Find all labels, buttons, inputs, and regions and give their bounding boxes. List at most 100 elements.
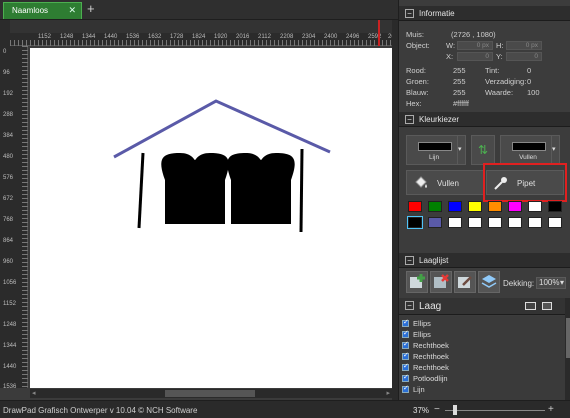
height-label: H: xyxy=(496,41,504,50)
palette-swatch[interactable] xyxy=(528,201,542,212)
list-item[interactable]: Rechthoek xyxy=(402,340,449,351)
merge-layers-icon xyxy=(481,275,497,288)
dropdown-arrow-icon[interactable] xyxy=(457,136,464,164)
x-field[interactable]: 0 xyxy=(457,52,493,61)
eye-icon[interactable] xyxy=(525,302,536,310)
height-field[interactable]: 0 px xyxy=(506,41,542,50)
scrollbar-thumb[interactable] xyxy=(165,390,255,397)
ruler-label: 480 xyxy=(3,154,14,160)
ruler-label: 672 xyxy=(3,196,14,202)
list-item[interactable]: Lijn xyxy=(402,384,425,395)
zoom-slider-thumb[interactable] xyxy=(452,405,457,415)
zoom-in-icon[interactable]: + xyxy=(548,404,554,415)
visibility-checkbox[interactable] xyxy=(402,351,409,360)
opacity-dropdown[interactable]: 100% ▾ xyxy=(536,277,566,289)
color-picker-header[interactable]: − Kleurkiezer xyxy=(399,112,570,127)
close-icon[interactable]: ✕ xyxy=(68,5,76,16)
palette-swatch[interactable] xyxy=(407,216,423,229)
zoom-out-icon[interactable]: − xyxy=(434,404,440,415)
delete-layer-icon xyxy=(434,274,449,288)
document-tab[interactable]: Naamloos ✕ xyxy=(3,2,82,19)
right-wall-line[interactable] xyxy=(299,148,304,233)
scroll-left-icon[interactable]: ◂ xyxy=(32,389,36,397)
list-item[interactable]: Rechthoek xyxy=(402,351,449,362)
drawpad-app: Naamloos ✕ + 1152 1248 1344 1440 1536 16… xyxy=(0,0,570,418)
pipette-highlight-box xyxy=(483,163,567,202)
palette-swatch[interactable] xyxy=(448,201,462,212)
visibility-checkbox[interactable] xyxy=(402,329,409,338)
visibility-checkbox[interactable] xyxy=(402,318,409,327)
section-title: Informatie xyxy=(419,9,455,18)
visibility-checkbox[interactable] xyxy=(402,384,409,393)
add-layer-button[interactable] xyxy=(406,271,428,293)
collapse-icon[interactable]: − xyxy=(405,9,414,18)
hex-label: Hex: xyxy=(406,99,422,108)
green-label: Groen: xyxy=(406,77,429,86)
zoom-value[interactable]: 37% xyxy=(413,406,429,415)
ruler-label: 96 xyxy=(3,70,10,76)
hue-label: Tint: xyxy=(485,66,500,75)
line-color-label: Lijn xyxy=(428,154,440,161)
palette-swatch[interactable] xyxy=(528,217,542,228)
lock-icon[interactable] xyxy=(542,302,552,310)
width-field[interactable]: 0 px xyxy=(457,41,493,50)
left-wall-line[interactable] xyxy=(137,152,145,229)
layer-properties-icon xyxy=(458,276,472,288)
left-window-shape[interactable] xyxy=(161,153,229,224)
y-field[interactable]: 0 xyxy=(506,52,542,61)
line-color-button[interactable]: Lijn xyxy=(406,135,466,165)
list-item[interactable]: Rechthoek xyxy=(402,362,449,373)
merge-layers-button[interactable] xyxy=(478,271,500,293)
layer-list-header[interactable]: − Laaglijst xyxy=(399,253,570,268)
paint-bucket-icon xyxy=(415,176,427,188)
blue-value: 255 xyxy=(453,88,466,97)
palette-swatch[interactable] xyxy=(428,201,442,212)
roof-line[interactable] xyxy=(113,99,331,159)
value-label: Waarde: xyxy=(485,88,514,97)
palette-swatch[interactable] xyxy=(448,217,462,228)
swap-colors-button[interactable]: ⇅ xyxy=(471,135,495,165)
dropdown-arrow-icon[interactable] xyxy=(551,136,558,164)
ruler-label: 0 xyxy=(3,49,7,55)
scroll-right-icon[interactable]: ▸ xyxy=(386,389,390,397)
fill-color-button[interactable]: Vullen xyxy=(500,135,560,165)
palette-swatch[interactable] xyxy=(548,217,562,228)
palette-swatch[interactable] xyxy=(548,201,562,212)
palette-swatch[interactable] xyxy=(428,217,442,228)
layer-list-scrollbar[interactable] xyxy=(565,298,570,400)
collapse-icon[interactable]: − xyxy=(405,301,414,310)
fill-tool-button[interactable]: Vullen xyxy=(406,170,484,195)
palette-swatch[interactable] xyxy=(508,217,522,228)
palette-swatch[interactable] xyxy=(468,201,482,212)
visibility-checkbox[interactable] xyxy=(402,340,409,349)
list-item[interactable]: Ellips xyxy=(402,329,431,340)
drawing-canvas[interactable] xyxy=(30,48,392,388)
layer-list: Ellips Ellips Rechthoek Rechthoek Rechth… xyxy=(399,316,565,400)
collapse-icon[interactable]: − xyxy=(405,115,414,124)
ruler-label: 1248 xyxy=(3,322,17,328)
palette-swatch[interactable] xyxy=(408,201,422,212)
layer-label: Rechthoek xyxy=(413,341,449,350)
horizontal-scrollbar[interactable]: ◂ ▸ xyxy=(30,389,392,398)
palette-swatch[interactable] xyxy=(508,201,522,212)
info-section-header[interactable]: − Informatie xyxy=(399,6,570,21)
palette-swatch[interactable] xyxy=(488,201,502,212)
list-item[interactable]: Potloodlijn xyxy=(402,373,448,384)
zoom-slider[interactable] xyxy=(445,410,545,411)
right-window-shape[interactable] xyxy=(227,153,295,224)
layer-label: Rechthoek xyxy=(413,352,449,361)
palette-swatch[interactable] xyxy=(468,217,482,228)
layer-panel-header[interactable]: − Laag xyxy=(399,298,565,315)
scrollbar-thumb[interactable] xyxy=(566,318,570,358)
ruler-ticks xyxy=(10,40,392,46)
list-item[interactable]: Ellips xyxy=(402,318,431,329)
layer-toolbar: Dekking: 100% ▾ xyxy=(399,268,570,296)
add-tab-icon[interactable]: + xyxy=(87,1,95,16)
visibility-checkbox[interactable] xyxy=(402,362,409,371)
section-title: Kleurkiezer xyxy=(419,115,460,124)
palette-swatch[interactable] xyxy=(488,217,502,228)
layer-properties-button[interactable] xyxy=(454,271,476,293)
delete-layer-button[interactable] xyxy=(430,271,452,293)
collapse-icon[interactable]: − xyxy=(405,256,414,265)
visibility-checkbox[interactable] xyxy=(402,373,409,382)
